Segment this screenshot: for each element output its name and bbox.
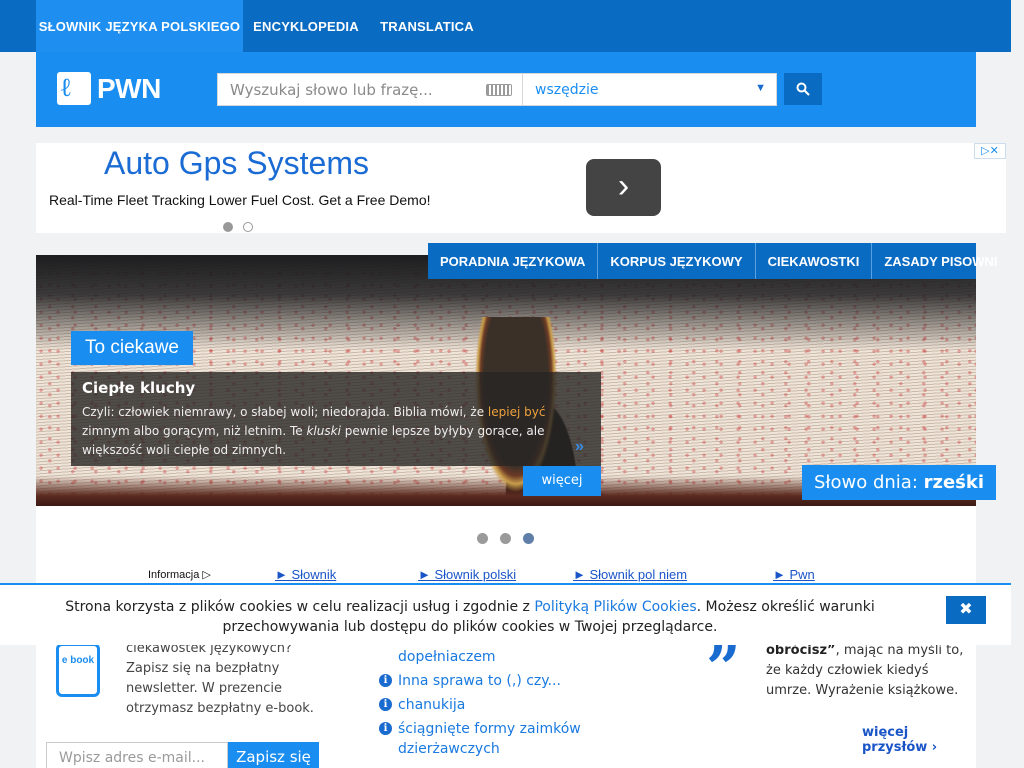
ad-dot[interactable] xyxy=(243,222,253,232)
keyboard-icon[interactable] xyxy=(486,84,512,96)
slider-pagination xyxy=(477,531,546,549)
advice-item[interactable]: dopełniaczem xyxy=(378,647,618,667)
slide-caption: Ciepłe kluchy Czyli: człowiek niemrawy, … xyxy=(71,372,601,466)
info-icon: i xyxy=(379,674,392,687)
advertisement[interactable]: Auto Gps Systems Real-Time Fleet Trackin… xyxy=(36,143,1006,233)
section-navigation: PORADNIA JĘZYKOWA KORPUS JĘZYKOWY CIEKAW… xyxy=(428,243,998,279)
ad-subtitle[interactable]: Real-Time Fleet Tracking Lower Fuel Cost… xyxy=(49,192,431,208)
newsletter-email-field xyxy=(46,742,228,768)
ebook-icon: e book xyxy=(56,643,100,697)
nav-ciekawostki[interactable]: CIEKAWOSTKI xyxy=(756,243,873,279)
ad-link-slownik-pol-niem[interactable]: ► Słownik pol niem xyxy=(573,567,687,582)
slide-more-button[interactable]: więcej xyxy=(523,466,601,496)
info-icon: i xyxy=(379,698,392,711)
search-scope-value: wszędzie xyxy=(535,82,599,98)
nav-zasady-pisowni[interactable]: ZASADY PISOWNI xyxy=(872,243,1009,279)
slide-text: Czyli: człowiek niemrawy, o słabej woli;… xyxy=(82,405,546,457)
subscribe-button[interactable]: Zapisz się xyxy=(228,742,319,768)
slide-heading[interactable]: Ciepłe kluchy xyxy=(82,379,195,397)
tab-translatica[interactable]: TRANSLATICA xyxy=(376,0,478,52)
double-chevron-right-icon[interactable]: » xyxy=(575,438,584,456)
ad-title[interactable]: Auto Gps Systems xyxy=(104,145,369,182)
slider-dot[interactable] xyxy=(500,533,511,544)
advice-item[interactable]: i chanukija xyxy=(378,695,618,715)
search-box xyxy=(217,73,523,106)
search-button[interactable] xyxy=(784,73,822,105)
ad-link-slownik-polski[interactable]: ► Słownik polski xyxy=(418,567,516,582)
email-input[interactable] xyxy=(47,743,227,768)
chevron-down-icon: ▼ xyxy=(755,82,766,94)
pwn-logo-mark: ℓ xyxy=(57,72,91,105)
tab-encyklopedia[interactable]: ENCYKLOPEDIA xyxy=(250,0,362,52)
top-navigation: SŁOWNIK JĘZYKA POLSKIEGO ENCYKLOPEDIA TR… xyxy=(0,0,1011,52)
tab-slownik-jezyka-polskiego[interactable]: SŁOWNIK JĘZYKA POLSKIEGO xyxy=(36,0,243,52)
slider-dot[interactable] xyxy=(477,533,488,544)
ad-link-slownik[interactable]: ► Słownik xyxy=(275,567,336,582)
advice-item[interactable]: i Inna sprawa to (,) czy... xyxy=(378,671,618,691)
ad-links-row: Informacja ▷ ► Słownik ► Słownik polski … xyxy=(0,567,1011,583)
ad-info-label[interactable]: Informacja ▷ xyxy=(148,568,211,581)
ad-next-button[interactable]: › xyxy=(586,159,661,216)
search-scope-select[interactable]: wszędzie ▼ xyxy=(522,73,777,106)
nav-korpus-jezykowy[interactable]: KORPUS JĘZYKOWY xyxy=(598,243,756,279)
cookie-policy-link[interactable]: Polityką Plików Cookies xyxy=(534,599,696,615)
ad-dot[interactable] xyxy=(223,222,233,232)
slider-dot[interactable] xyxy=(523,533,534,544)
search-input[interactable] xyxy=(218,74,478,105)
word-of-the-day[interactable]: Słowo dnia: rześki xyxy=(802,465,996,500)
site-header: ℓ PWN wszędzie ▼ xyxy=(36,52,976,127)
cookie-bar: Strona korzysta z plików cookies w celu … xyxy=(0,583,1011,645)
info-icon: i xyxy=(379,722,392,735)
adchoices-icon[interactable]: ▷✕ xyxy=(974,143,1006,159)
cookie-text: Strona korzysta z plików cookies w celu … xyxy=(65,599,875,635)
advice-list: dopełniaczem i Inna sprawa to (,) czy... … xyxy=(378,647,618,763)
search-icon xyxy=(796,82,810,96)
slide-tag: To ciekawe xyxy=(71,331,193,365)
cookie-close-button[interactable]: ✖ xyxy=(946,596,986,624)
advice-item[interactable]: i ściągnięte formy zaimków dzierżawczych xyxy=(378,719,618,759)
quote-icon: ” xyxy=(706,634,741,704)
bottom-content: e book Chcesz otrzymywać więcej ciekawos… xyxy=(36,621,976,768)
ad-pagination xyxy=(223,219,263,237)
pwn-logo-text: PWN xyxy=(97,73,161,104)
nav-poradnia-jezykowa[interactable]: PORADNIA JĘZYKOWA xyxy=(428,243,599,279)
more-proverbs-link[interactable]: więcej przysłów › xyxy=(862,725,976,755)
ad-link-pwn[interactable]: ► Pwn xyxy=(773,567,815,582)
